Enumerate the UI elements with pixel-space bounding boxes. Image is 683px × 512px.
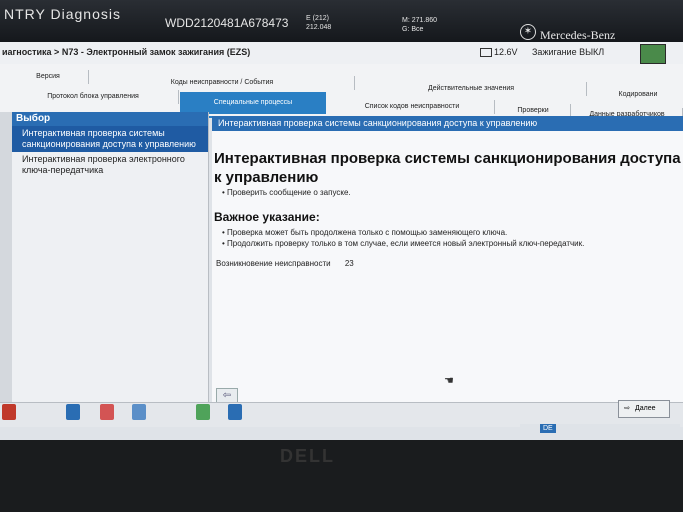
selection-sidebar: Выбор Интерактивная проверка системы сан… <box>12 112 209 402</box>
model-line-1: E (212) <box>306 15 329 22</box>
sidebar-item-access-check[interactable]: Интерактивная проверка системы санкциони… <box>12 126 208 152</box>
note-text-1: Проверка может быть продолжена только с … <box>227 228 508 237</box>
breadcrumb-bar: иагностика > N73 - Электронный замок заж… <box>0 42 683 65</box>
page-title: Интерактивная проверка системы санкциони… <box>214 150 681 186</box>
tab-special-procedures[interactable]: Специальные процессы <box>180 92 326 114</box>
refresh-icon[interactable] <box>196 404 210 420</box>
content-header: Интерактивная проверка системы санкциони… <box>212 116 683 131</box>
pen-icon[interactable] <box>132 404 146 420</box>
title-bar: NTRY Diagnosis WDD2120481A678473 E (212)… <box>0 0 683 42</box>
next-label: Далее <box>635 405 656 412</box>
fault-label: Возникновение неисправности <box>216 259 331 268</box>
language-indicator[interactable]: DE <box>540 424 556 433</box>
fault-value: 23 <box>344 259 354 268</box>
tab-bar: Версия Коды неисправности / События Дейс… <box>0 64 683 122</box>
voltage-label: 12.6V <box>494 47 518 57</box>
xentry-icon-2[interactable] <box>228 404 242 420</box>
step-item: • Проверить сообщение о запуске. <box>222 188 351 197</box>
sidebar-item-key-check[interactable]: Интерактивная проверка электронного ключ… <box>12 152 208 178</box>
mercedes-star-icon: ✶ <box>520 24 536 40</box>
mileage-line-1: M: 271.860 <box>402 17 438 24</box>
model-line-2: 212.048 <box>306 24 332 31</box>
note-item: • Продолжить проверку только в том случа… <box>222 239 585 248</box>
dell-logo: DELL <box>280 446 335 466</box>
arrow-right-icon: ⇨ <box>624 405 630 412</box>
xentry-icon[interactable] <box>66 404 80 420</box>
tab-control-unit-log[interactable]: Протокол блока управления <box>8 90 179 104</box>
printer-icon[interactable] <box>640 44 666 64</box>
fault-occurrence: Возникновение неисправности 23 <box>216 259 683 268</box>
screen: NTRY Diagnosis WDD2120481A678473 E (212)… <box>0 0 683 440</box>
main-content: Интерактивная проверка системы санкциони… <box>212 116 683 404</box>
note-title: Важное указание: <box>214 210 320 224</box>
model-info: E (212) 212.048 <box>306 14 331 32</box>
tab-fault-code-list[interactable]: Список кодов неисправности <box>330 100 495 114</box>
step-text: Проверить сообщение о запуске. <box>227 188 351 197</box>
mileage-info: M: 271.860 G: Все <box>402 16 437 34</box>
breadcrumb: иагностика > N73 - Электронный замок заж… <box>2 47 251 57</box>
tab-coding[interactable]: Кодировани <box>588 88 683 102</box>
sidebar-title: Выбор <box>12 112 208 126</box>
next-button[interactable]: ⇨ Далее <box>618 400 670 418</box>
car-icon[interactable] <box>100 404 114 420</box>
mouse-cursor-icon: ☚ <box>444 375 454 387</box>
note-item: • Проверка может быть продолжена только … <box>222 228 508 237</box>
app-title: NTRY Diagnosis <box>4 6 121 22</box>
battery-icon <box>480 48 492 57</box>
brand-label: Mercedes-Benz <box>540 28 616 42</box>
note-text-2: Продолжить проверку только в том случае,… <box>227 239 585 248</box>
ignition-status: Зажигание ВЫКЛ <box>532 47 605 57</box>
close-app-icon[interactable] <box>2 404 16 420</box>
left-edge-panel <box>0 112 12 402</box>
vin-label: WDD2120481A678473 <box>165 16 289 30</box>
tab-version[interactable]: Версия <box>8 70 89 84</box>
mileage-line-2: G: Все <box>402 26 424 33</box>
tab-fault-codes[interactable]: Коды неисправности / События <box>90 76 355 90</box>
tab-actual-values[interactable]: Действительные значения <box>356 82 587 96</box>
